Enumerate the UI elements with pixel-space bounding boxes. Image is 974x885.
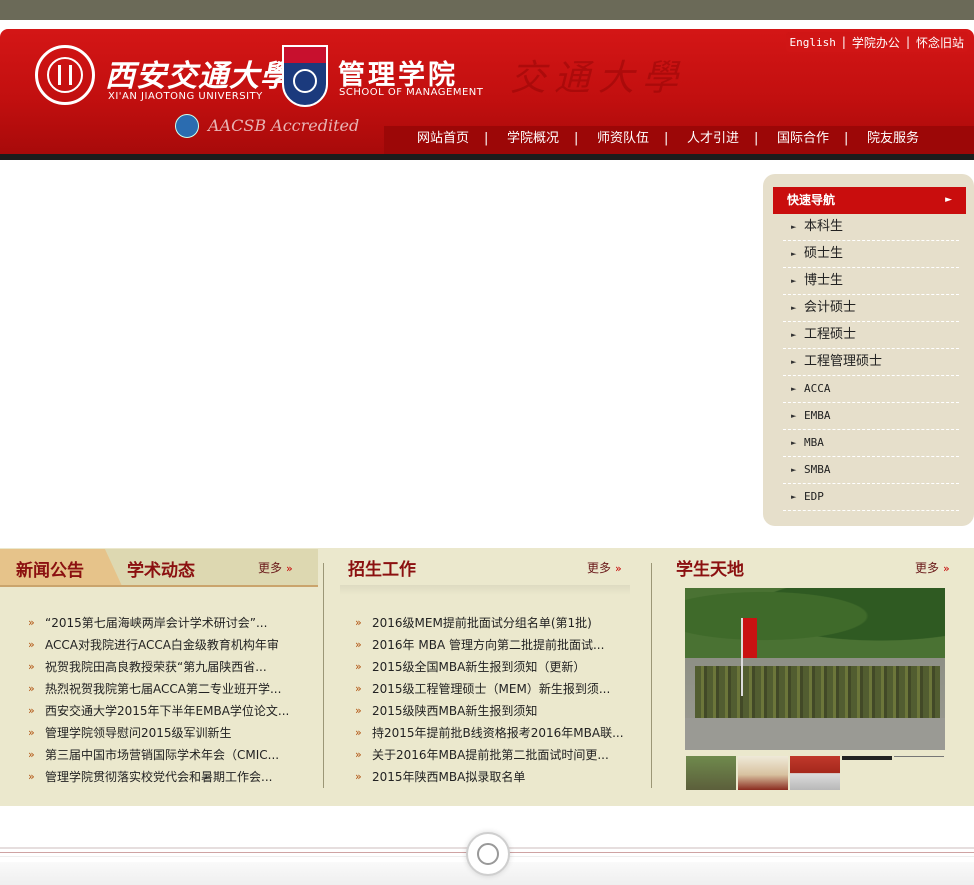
thumbnail[interactable] xyxy=(790,756,840,790)
column-divider xyxy=(651,563,652,788)
school-shield-icon[interactable] xyxy=(282,45,328,107)
double-chevron-icon: » xyxy=(355,616,362,629)
thumbnail[interactable] xyxy=(738,756,788,790)
thumbnail[interactable] xyxy=(686,756,736,790)
quick-nav-panel: 快速导航 ► ► 本科生 ► 硕士生 ► 博士生 ► 会计硕士 ► 工程硕士 ► 工程管理硕… xyxy=(763,174,974,526)
tab-underline xyxy=(0,585,318,587)
triangle-right-icon: ► xyxy=(791,412,797,420)
xjtu-name-en: XI'AN JIAOTONG UNIVERSITY xyxy=(108,91,263,102)
photo-thumbnails xyxy=(686,756,946,790)
nav-about[interactable]: 学院概况 xyxy=(484,128,578,150)
quick-nav-master[interactable]: ► 硕士生 xyxy=(783,241,959,268)
main-nav: 网站首页 学院概况 师资队伍 人才引进 国际合作 院友服务 xyxy=(398,128,938,150)
link-office[interactable]: 学院办公 xyxy=(852,34,900,51)
triangle-right-icon: ► xyxy=(791,439,797,447)
double-chevron-icon: » xyxy=(28,682,35,695)
xjtu-name-cn[interactable]: 西安交通大學 xyxy=(105,51,291,95)
double-chevron-icon: » xyxy=(943,562,950,575)
quick-nav-list: ► 本科生 ► 硕士生 ► 博士生 ► 会计硕士 ► 工程硕士 ► 工程管理硕士 ► ACCA… xyxy=(783,214,959,511)
double-chevron-icon: » xyxy=(355,726,362,739)
quick-nav-title: 快速导航 xyxy=(787,193,836,207)
separator: | xyxy=(905,35,910,49)
quick-nav-mba[interactable]: ► MBA xyxy=(783,430,959,457)
quick-nav-engineering-master[interactable]: ► 工程硕士 xyxy=(783,322,959,349)
quick-nav-doctoral[interactable]: ► 博士生 xyxy=(783,268,959,295)
double-chevron-icon: » xyxy=(28,660,35,673)
aacsb-text: AACSB Accredited xyxy=(208,116,360,135)
double-chevron-icon: » xyxy=(28,704,35,717)
header-bottom-line xyxy=(0,154,974,160)
double-chevron-icon: » xyxy=(28,616,35,629)
quick-nav-emba[interactable]: ► EMBA xyxy=(783,403,959,430)
link-english[interactable]: English xyxy=(790,36,836,49)
column-divider xyxy=(323,563,324,788)
footer-seal-icon xyxy=(466,832,510,876)
nav-international[interactable]: 国际合作 xyxy=(754,128,848,150)
tab-news[interactable]: 新闻公告 xyxy=(16,556,84,581)
quick-nav-mem[interactable]: ► 工程管理硕士 xyxy=(783,349,959,376)
double-chevron-icon: » xyxy=(286,562,293,575)
double-chevron-icon: » xyxy=(355,660,362,673)
students-title[interactable]: 学生天地 xyxy=(676,555,744,580)
section-underline xyxy=(340,585,630,595)
quick-nav-header: 快速导航 ► xyxy=(773,187,966,214)
quick-nav-mpacc[interactable]: ► 会计硕士 xyxy=(783,295,959,322)
separator: | xyxy=(841,35,846,49)
double-chevron-icon: » xyxy=(28,770,35,783)
double-chevron-icon: » xyxy=(615,562,622,575)
students-featured-photo[interactable] xyxy=(685,588,945,750)
double-chevron-icon: » xyxy=(28,638,35,651)
admissions-more-link[interactable]: 更多» xyxy=(587,559,622,576)
news-more-link[interactable]: 更多» xyxy=(258,559,293,576)
triangle-right-icon: ► xyxy=(791,358,797,366)
double-chevron-icon: » xyxy=(355,638,362,651)
nav-home[interactable]: 网站首页 xyxy=(398,128,488,150)
triangle-right-icon: ► xyxy=(791,277,797,285)
top-strip xyxy=(0,0,974,20)
calligraphy-watermark: 交通大學 xyxy=(510,58,687,99)
triangle-right-icon: ► xyxy=(791,304,797,312)
triangle-right-icon: ► xyxy=(791,331,797,339)
nav-recruitment[interactable]: 人才引进 xyxy=(664,128,758,150)
school-name-en: SCHOOL OF MANAGEMENT xyxy=(339,87,484,98)
flag-icon xyxy=(741,618,757,696)
double-chevron-icon: » xyxy=(355,748,362,761)
link-old-site[interactable]: 怀念旧站 xyxy=(916,34,964,51)
site-header: 交通大學 西安交通大學 XI'AN JIAOTONG UNIVERSITY 管理… xyxy=(0,29,974,154)
triangle-right-icon: ► xyxy=(791,250,797,258)
top-links: English | 学院办公 | 怀念旧站 xyxy=(785,32,968,52)
nav-alumni[interactable]: 院友服务 xyxy=(844,128,938,150)
students-more-link[interactable]: 更多» xyxy=(915,559,950,576)
tab-academic[interactable]: 学术动态 xyxy=(127,556,195,581)
triangle-right-icon: ► xyxy=(791,385,797,393)
quick-nav-acca[interactable]: ► ACCA xyxy=(783,376,959,403)
double-chevron-icon: » xyxy=(355,704,362,717)
double-chevron-icon: » xyxy=(28,748,35,761)
quick-nav-smba[interactable]: ► SMBA xyxy=(783,457,959,484)
aacsb-icon xyxy=(175,114,199,138)
triangle-right-icon: ► xyxy=(791,223,797,231)
double-chevron-icon: » xyxy=(355,770,362,783)
double-chevron-icon: » xyxy=(28,726,35,739)
thumbnail[interactable] xyxy=(894,756,944,790)
thumbnail[interactable] xyxy=(842,756,892,790)
quick-nav-undergraduate[interactable]: ► 本科生 xyxy=(783,214,959,241)
double-chevron-icon: » xyxy=(355,682,362,695)
triangle-right-icon: ► xyxy=(945,195,952,205)
nav-faculty[interactable]: 师资队伍 xyxy=(574,128,668,150)
triangle-right-icon: ► xyxy=(791,493,797,501)
xjtu-seal-icon[interactable] xyxy=(35,45,95,105)
triangle-right-icon: ► xyxy=(791,466,797,474)
quick-nav-edp[interactable]: ► EDP xyxy=(783,484,959,511)
admissions-title[interactable]: 招生工作 xyxy=(348,555,416,580)
